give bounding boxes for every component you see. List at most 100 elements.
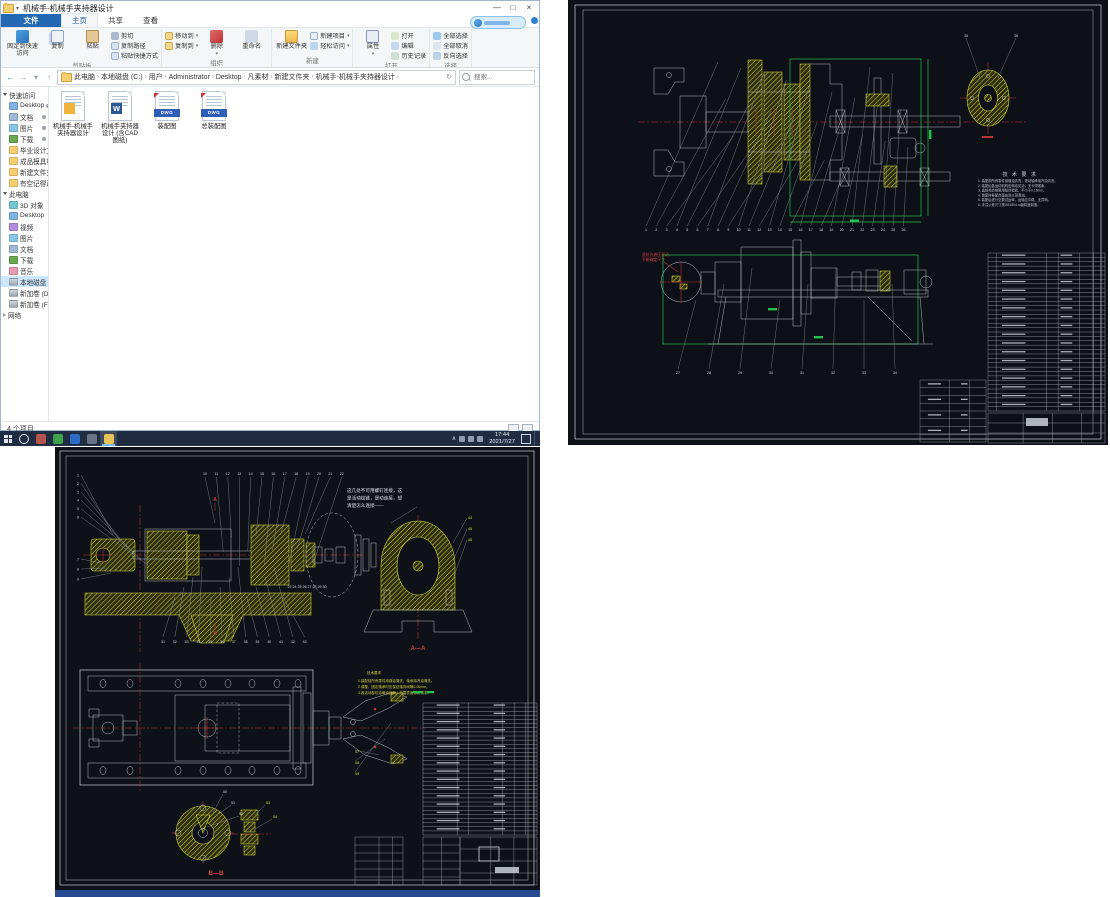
- chevron-down-icon[interactable]: ▾: [31, 73, 41, 82]
- search-box[interactable]: [459, 70, 535, 85]
- svg-text:2: 2: [77, 482, 79, 486]
- ribbon-button[interactable]: 编辑: [391, 41, 426, 50]
- sidebar-item[interactable]: 成品模具机械零件23: [1, 155, 48, 166]
- taskbar-app-app-green[interactable]: [49, 431, 66, 446]
- show-desktop-button[interactable]: [534, 431, 538, 446]
- ribbon-button[interactable]: 重命名: [235, 29, 268, 51]
- forward-icon[interactable]: →: [18, 73, 28, 82]
- taskbar-app-app-slate[interactable]: [83, 431, 100, 446]
- sidebar-item[interactable]: Desktop: [1, 210, 48, 221]
- sidebar-section-快速访问[interactable]: 快速访问: [1, 89, 48, 100]
- sidebar-item[interactable]: 毕业设计文件: [1, 144, 48, 155]
- breadcrumb-segment[interactable]: Administrator: [169, 74, 210, 81]
- sidebar-item[interactable]: 图片: [1, 232, 48, 243]
- tray-icon-3[interactable]: [477, 436, 483, 442]
- sidebar-section-此电脑[interactable]: 此电脑: [1, 188, 48, 199]
- ribbon-button[interactable]: 固定到快速访问: [6, 29, 39, 57]
- sidebar-item[interactable]: 新建文件夹: [1, 166, 48, 177]
- taskbar-app-app-red[interactable]: [32, 431, 49, 446]
- file-item[interactable]: 机械手-机械手夹持器设计: [53, 91, 93, 137]
- ribbon-button[interactable]: 粘贴: [76, 29, 109, 51]
- notification-center-icon[interactable]: [521, 434, 531, 444]
- ribbon-button[interactable]: 新建项目▾: [310, 31, 349, 40]
- taskbar-app-app-blue[interactable]: [66, 431, 83, 446]
- svg-text:1.装配前所有零件用煤油清洗，轴承用汽油清洗。: 1.装配前所有零件用煤油清洗，轴承用汽油清洗。: [358, 678, 434, 683]
- ribbon-button[interactable]: 复制: [41, 29, 74, 51]
- maximize-button[interactable]: □: [505, 2, 521, 14]
- tab-共享[interactable]: 共享: [98, 14, 133, 27]
- sidebar-item[interactable]: 新加卷 (F:): [1, 298, 48, 309]
- search-input[interactable]: [472, 73, 532, 82]
- svg-text:39: 39: [255, 640, 259, 644]
- ribbon-button[interactable]: 复制到▾: [165, 41, 198, 50]
- svg-text:6: 6: [77, 516, 79, 520]
- sidebar-item[interactable]: 图片: [1, 122, 48, 133]
- promo-badge[interactable]: [470, 16, 526, 29]
- video-icon: [9, 223, 18, 231]
- minimize-button[interactable]: —: [489, 2, 505, 14]
- sidebar-item[interactable]: 有空记得改的尺寸: [1, 177, 48, 188]
- ribbon-button[interactable]: 复制路径: [111, 41, 158, 50]
- refresh-icon[interactable]: ↻: [446, 73, 452, 81]
- tray-icon-1[interactable]: [459, 436, 465, 442]
- open-icon: [391, 32, 399, 40]
- tab-查看[interactable]: 查看: [133, 14, 168, 27]
- start-button[interactable]: [0, 431, 16, 446]
- chevron-down-icon[interactable]: ▾: [16, 5, 19, 12]
- tray-icon-2[interactable]: [468, 436, 474, 442]
- breadcrumb-segment[interactable]: 新建文件夹: [275, 72, 310, 82]
- sidebar-item[interactable]: 音乐: [1, 265, 48, 276]
- ribbon-button[interactable]: 属性▾: [356, 29, 389, 57]
- ribbon-button[interactable]: 轻松访问▾: [310, 41, 349, 50]
- breadcrumb[interactable]: 此电脑›本地磁盘 (C:)›用户›Administrator›Desktop›凡…: [57, 70, 456, 85]
- sidebar-item[interactable]: 下载: [1, 254, 48, 265]
- sidebar-item[interactable]: Desktop: [1, 100, 48, 111]
- ribbon-button[interactable]: 粘贴快捷方式: [111, 51, 158, 60]
- back-icon[interactable]: ←: [5, 73, 15, 82]
- breadcrumb-segment[interactable]: 机械手-机械手夹持器设计: [316, 72, 395, 82]
- ribbon-button[interactable]: 反向选择: [433, 51, 468, 60]
- file-item[interactable]: DWG装配图: [147, 91, 187, 130]
- up-icon[interactable]: ↑: [44, 73, 54, 82]
- quick-access-toolbar[interactable]: ▾: [3, 4, 19, 13]
- close-button[interactable]: ×: [521, 2, 537, 14]
- ribbon-button[interactable]: 历史记录: [391, 51, 426, 60]
- sidebar-item[interactable]: 文档: [1, 243, 48, 254]
- breadcrumb-segment[interactable]: Desktop: [216, 74, 242, 81]
- ribbon-button[interactable]: 新建文件夹: [275, 29, 308, 51]
- ribbon-button[interactable]: 全部选择: [433, 31, 468, 40]
- taskbar-clock[interactable]: 17:44 2021/7/27: [486, 432, 518, 445]
- tab-主页[interactable]: 主页: [61, 13, 98, 27]
- ribbon-button[interactable]: 全部取消: [433, 41, 468, 50]
- help-icon[interactable]: [531, 17, 538, 24]
- ribbon-button[interactable]: 剪切: [111, 31, 158, 40]
- ribbon-button[interactable]: 打开: [391, 31, 426, 40]
- tray-chevron-icon[interactable]: ∧: [452, 435, 456, 442]
- ribbon-button[interactable]: 移动到▾: [165, 31, 198, 40]
- selall-icon: [433, 32, 441, 40]
- file-item[interactable]: W机械手夹持器设计 (含CAD图纸): [100, 91, 140, 145]
- svg-text:35: 35: [208, 640, 212, 644]
- ribbon-button[interactable]: 删除▾: [200, 29, 233, 57]
- breadcrumb-segment[interactable]: 本地磁盘 (C:): [101, 72, 143, 82]
- sidebar-item[interactable]: 3D 对象: [1, 199, 48, 210]
- chevron-icon[interactable]: [3, 313, 6, 317]
- sidebar-item[interactable]: 本地磁盘 (C:): [1, 276, 48, 287]
- breadcrumb-segment[interactable]: 凡素材: [248, 72, 269, 82]
- taskbar-search-button[interactable]: [16, 431, 32, 446]
- svg-text:46: 46: [468, 538, 472, 542]
- file-item[interactable]: DWG总装配图: [194, 91, 234, 130]
- chevron-icon[interactable]: [3, 93, 7, 96]
- leader-labels-aa: 444546: [453, 516, 472, 579]
- sidebar-item[interactable]: 文档: [1, 111, 48, 122]
- taskbar-app-explorer[interactable]: [100, 431, 117, 446]
- breadcrumb-segment[interactable]: 此电脑: [74, 72, 95, 82]
- chevron-icon[interactable]: [3, 192, 7, 195]
- sidebar-item[interactable]: 下载: [1, 133, 48, 144]
- history-icon: [391, 52, 399, 60]
- sidebar-item[interactable]: 视频: [1, 221, 48, 232]
- breadcrumb-segment[interactable]: 用户: [149, 72, 163, 82]
- tab-文件[interactable]: 文件: [1, 14, 61, 27]
- sidebar-section-网络[interactable]: 网络: [1, 309, 48, 320]
- sidebar-item[interactable]: 新加卷 (D:): [1, 287, 48, 298]
